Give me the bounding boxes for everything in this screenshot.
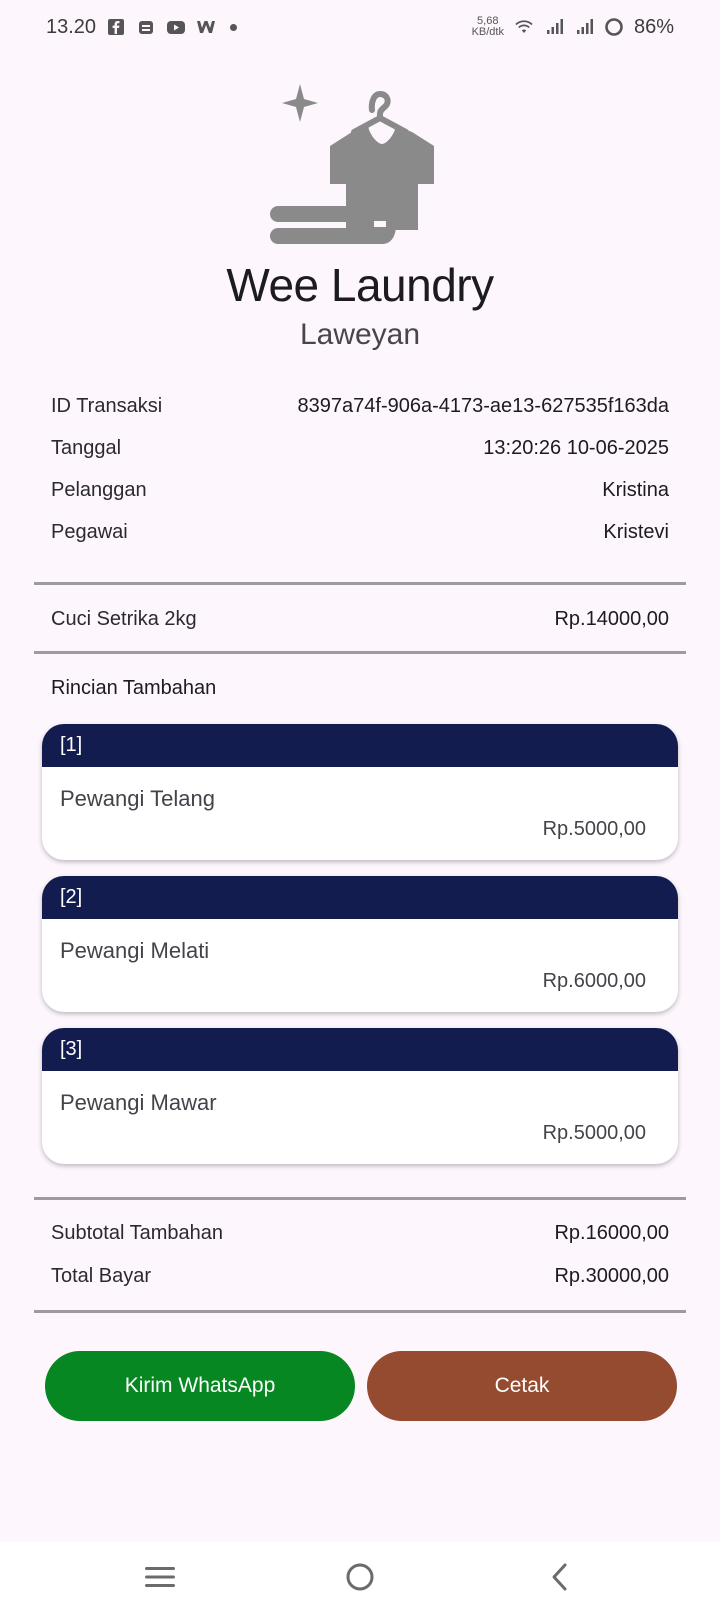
battery-level: 86% [633,15,674,38]
divider [34,582,686,585]
laundry-shirt-icon [270,84,434,244]
subtotal-value: Rp.16000,00 [554,1222,669,1244]
battery-icon [605,18,623,36]
divider [34,1310,686,1313]
extra-item-name: Pewangi Telang [60,786,215,811]
back-nav-button[interactable] [536,1553,584,1601]
extra-item-price: Rp.6000,00 [542,970,646,992]
wifi-icon [515,20,533,33]
extra-item-index: [1] [42,724,678,767]
home-nav-button[interactable] [336,1553,384,1601]
divider [34,1197,686,1200]
transaction-id-value: 8397a74f-906a-4173-ae13-627535f163da [297,395,669,417]
extra-item-name: Pewangi Mawar [60,1090,217,1115]
extra-item-index: [3] [42,1028,678,1071]
employee-label: Pegawai [51,521,128,543]
status-bar-left: 13.20 [46,15,238,39]
branch-name: Laweyan [299,318,421,351]
network-speed-unit: KB/dtk [471,26,504,38]
extra-item-name: Pewangi Melati [60,938,210,963]
transaction-id-row: ID Transaksi 8397a74f-906a-4173-ae13-627… [51,395,669,418]
status-time: 13.20 [46,15,97,38]
network-speed: 5,68 KB/dtk [472,16,504,38]
customer-value: Kristina [602,479,669,501]
status-bar-right: 5,68 KB/dtk 86% [472,16,674,39]
youtube-icon [167,21,186,34]
extra-item-price: Rp.5000,00 [542,818,646,840]
date-row: Tanggal 13:20:26 10-06-2025 [51,437,669,460]
service-row: Cuci Setrika 2kg Rp.14000,00 [51,608,669,631]
send-whatsapp-button[interactable]: Kirim WhatsApp [45,1351,355,1421]
date-value: 13:20:26 10-06-2025 [483,437,669,459]
subtotal-label: Subtotal Tambahan [51,1222,223,1244]
webtoon-icon [197,21,216,33]
employee-value: Kristevi [603,521,669,543]
date-label: Tanggal [51,437,122,459]
divider [34,651,686,654]
navigation-bar [0,1542,720,1612]
subtotal-row: Subtotal Tambahan Rp.16000,00 [51,1222,669,1245]
total-label: Total Bayar [51,1265,152,1287]
signal-icon [546,19,563,34]
transaction-id-label: ID Transaksi [51,395,163,417]
service-name: Cuci Setrika 2kg [51,608,197,630]
extras-section-label: Rincian Tambahan [51,677,217,699]
facebook-icon [108,19,125,35]
menu-nav-button[interactable] [136,1553,184,1601]
app-icon [139,21,154,34]
print-button[interactable]: Cetak [367,1351,677,1421]
menu-icon [145,1567,175,1587]
signal-icon [576,19,593,34]
employee-row: Pegawai Kristevi [51,521,669,544]
extra-item-card: [3] Pewangi Mawar Rp.5000,00 [42,1028,678,1164]
customer-row: Pelanggan Kristina [51,479,669,502]
status-bar: 13.20 5,68 KB/dtk 86% [0,0,720,54]
back-arrow-icon [552,1563,567,1591]
notification-dot-icon [230,23,238,31]
home-circle-icon [346,1563,374,1591]
extra-item-card: [2] Pewangi Melati Rp.6000,00 [42,876,678,1012]
brand-title: Wee Laundry [226,259,494,311]
logo-container [0,80,720,252]
total-row: Total Bayar Rp.30000,00 [51,1265,669,1288]
service-price: Rp.14000,00 [554,608,669,630]
extra-item-index: [2] [42,876,678,919]
extra-item-card: [1] Pewangi Telang Rp.5000,00 [42,724,678,860]
total-value: Rp.30000,00 [554,1265,669,1287]
customer-label: Pelanggan [51,479,147,501]
extra-item-price: Rp.5000,00 [542,1122,646,1144]
